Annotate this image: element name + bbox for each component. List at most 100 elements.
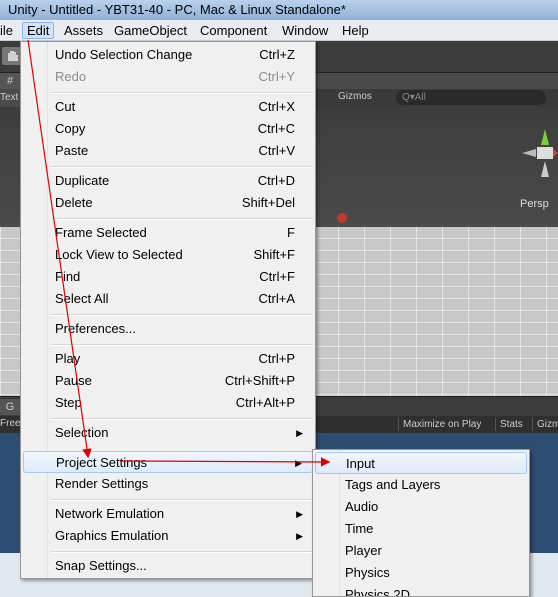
menu-item-label: Undo Selection Change bbox=[55, 47, 193, 62]
menu-item-select-all[interactable]: Select All Ctrl+A bbox=[23, 288, 313, 310]
menu-item-pause[interactable]: Pause Ctrl+Shift+P bbox=[23, 370, 313, 392]
menu-item-label: Play bbox=[55, 351, 81, 366]
submenu-item-label: Input bbox=[346, 456, 375, 471]
submenu-item-label: Audio bbox=[345, 499, 379, 514]
menu-item-duplicate[interactable]: Duplicate Ctrl+D bbox=[23, 170, 313, 192]
menu-item-label: Copy bbox=[55, 121, 86, 136]
scene-search-input[interactable]: Q▾All bbox=[396, 90, 546, 105]
menu-item-undo[interactable]: Undo Selection Change Ctrl+Z bbox=[23, 44, 313, 66]
menu-item-label: Select All bbox=[55, 291, 109, 306]
menu-item-shortcut: Ctrl+Z bbox=[259, 47, 295, 62]
submenu-arrow-icon: ▶ bbox=[296, 509, 303, 519]
menu-item-label: Paste bbox=[55, 143, 89, 158]
menu-separator bbox=[51, 551, 313, 553]
submenu-item-tags-and-layers[interactable]: Tags and Layers bbox=[315, 474, 527, 496]
menu-item-find[interactable]: Find Ctrl+F bbox=[23, 266, 313, 288]
menu-item-label: Graphics Emulation bbox=[55, 528, 169, 543]
submenu-item-physics-2d[interactable]: Physics 2D bbox=[315, 584, 527, 597]
menu-item-shortcut: Shift+F bbox=[253, 247, 295, 262]
menu-item-preferences[interactable]: Preferences... bbox=[23, 318, 313, 340]
menu-item-shortcut: F bbox=[287, 225, 295, 240]
game-gizmos-toggle[interactable]: Gizm bbox=[532, 418, 558, 431]
submenu-item-input[interactable]: Input bbox=[315, 452, 527, 474]
maximize-on-play-toggle[interactable]: Maximize on Play bbox=[398, 418, 485, 431]
menu-item-play[interactable]: Play Ctrl+P bbox=[23, 348, 313, 370]
menu-item-selection[interactable]: Selection ▶ bbox=[23, 422, 313, 444]
object-marker-icon[interactable] bbox=[333, 211, 351, 225]
main-menu-bar: ile Edit Assets GameObject Component Win… bbox=[0, 20, 558, 41]
submenu-item-label: Physics 2D bbox=[345, 587, 411, 597]
window-title-bar: Unity - Untitled - YBT31-40 - PC, Mac & … bbox=[0, 0, 558, 20]
menu-item-paste[interactable]: Paste Ctrl+V bbox=[23, 140, 313, 162]
scene-options-row: Gizmos Q▾All bbox=[316, 89, 558, 107]
menu-separator bbox=[51, 499, 313, 501]
menu-item-label: Step bbox=[55, 395, 82, 410]
menu-item-shortcut: Ctrl+D bbox=[257, 173, 295, 188]
menu-separator bbox=[51, 314, 313, 316]
menu-assets[interactable]: Assets bbox=[60, 22, 107, 39]
menu-item-copy[interactable]: Copy Ctrl+C bbox=[23, 118, 313, 140]
menu-gameobject[interactable]: GameObject bbox=[110, 22, 191, 39]
edit-menu-dropdown: Undo Selection Change Ctrl+Z Redo Ctrl+Y C… bbox=[20, 41, 316, 579]
submenu-item-label: Tags and Layers bbox=[345, 477, 441, 492]
menu-item-label: Lock View to Selected bbox=[55, 247, 183, 262]
submenu-item-player[interactable]: Player bbox=[315, 540, 527, 562]
menu-item-shortcut: Ctrl+Y bbox=[258, 69, 295, 84]
menu-item-label: Pause bbox=[55, 373, 92, 388]
submenu-item-label: Player bbox=[345, 543, 382, 558]
stats-toggle[interactable]: Stats bbox=[495, 418, 527, 431]
menu-item-shortcut: Ctrl+C bbox=[257, 121, 295, 136]
menu-separator bbox=[51, 166, 313, 168]
menu-item-shortcut: Ctrl+Shift+P bbox=[224, 373, 295, 388]
menu-item-lock-view[interactable]: Lock View to Selected Shift+F bbox=[23, 244, 313, 266]
menu-item-cut[interactable]: Cut Ctrl+X bbox=[23, 96, 313, 118]
menu-help[interactable]: Help bbox=[338, 22, 373, 39]
menu-item-label: Frame Selected bbox=[55, 225, 147, 240]
submenu-item-label: Physics bbox=[345, 565, 390, 580]
menu-item-label: Network Emulation bbox=[55, 506, 165, 521]
window-title: Unity - Untitled - YBT31-40 - PC, Mac & … bbox=[8, 2, 346, 17]
menu-item-shortcut: Ctrl+F bbox=[259, 269, 295, 284]
gizmos-dropdown[interactable]: Gizmos bbox=[338, 91, 372, 102]
menu-item-label: Redo bbox=[55, 69, 87, 84]
game-tab-icon[interactable]: G bbox=[0, 399, 20, 415]
menu-item-snap-settings[interactable]: Snap Settings... bbox=[23, 555, 313, 577]
menu-item-shortcut: Shift+Del bbox=[241, 195, 295, 210]
menu-separator bbox=[51, 218, 313, 220]
menu-edit[interactable]: Edit bbox=[22, 22, 55, 39]
menu-file[interactable]: ile bbox=[0, 22, 17, 39]
menu-item-project-settings[interactable]: Project Settings ▶ bbox=[23, 451, 313, 473]
submenu-item-physics[interactable]: Physics bbox=[315, 562, 527, 584]
submenu-arrow-icon: ▶ bbox=[296, 531, 303, 541]
menu-item-redo[interactable]: Redo Ctrl+Y bbox=[23, 66, 313, 88]
menu-item-label: Render Settings bbox=[55, 476, 149, 491]
menu-item-delete[interactable]: Delete Shift+Del bbox=[23, 192, 313, 214]
submenu-item-label: Time bbox=[345, 521, 374, 536]
menu-item-shortcut: Ctrl+A bbox=[258, 291, 295, 306]
menu-item-shortcut: Ctrl+Alt+P bbox=[235, 395, 295, 410]
menu-window[interactable]: Window bbox=[278, 22, 332, 39]
submenu-item-time[interactable]: Time bbox=[315, 518, 527, 540]
submenu-item-audio[interactable]: Audio bbox=[315, 496, 527, 518]
menu-item-label: Preferences... bbox=[55, 321, 136, 336]
menu-item-render-settings[interactable]: Render Settings bbox=[23, 473, 313, 495]
menu-item-step[interactable]: Step Ctrl+Alt+P bbox=[23, 392, 313, 414]
submenu-arrow-icon: ▶ bbox=[295, 458, 302, 468]
menu-item-shortcut: Ctrl+P bbox=[258, 351, 295, 366]
menu-item-graphics-emulation[interactable]: Graphics Emulation ▶ bbox=[23, 525, 313, 547]
menu-item-network-emulation[interactable]: Network Emulation ▶ bbox=[23, 503, 313, 525]
menu-item-label: Project Settings bbox=[56, 455, 148, 470]
scene-tab-icon[interactable]: # bbox=[0, 73, 20, 89]
menu-item-label: Cut bbox=[55, 99, 76, 114]
menu-item-frame-selected[interactable]: Frame Selected F bbox=[23, 222, 313, 244]
submenu-arrow-icon: ▶ bbox=[296, 428, 303, 438]
perspective-label[interactable]: Persp bbox=[520, 198, 549, 210]
menu-item-shortcut: Ctrl+V bbox=[258, 143, 295, 158]
menu-item-label: Selection bbox=[55, 425, 109, 440]
aspect-dropdown[interactable]: Free bbox=[0, 418, 21, 429]
menu-component[interactable]: Component bbox=[196, 22, 271, 39]
menu-separator bbox=[51, 344, 313, 346]
orientation-gizmo-icon[interactable] bbox=[512, 121, 558, 191]
menu-item-label: Snap Settings... bbox=[55, 558, 147, 573]
menu-item-label: Duplicate bbox=[55, 173, 110, 188]
